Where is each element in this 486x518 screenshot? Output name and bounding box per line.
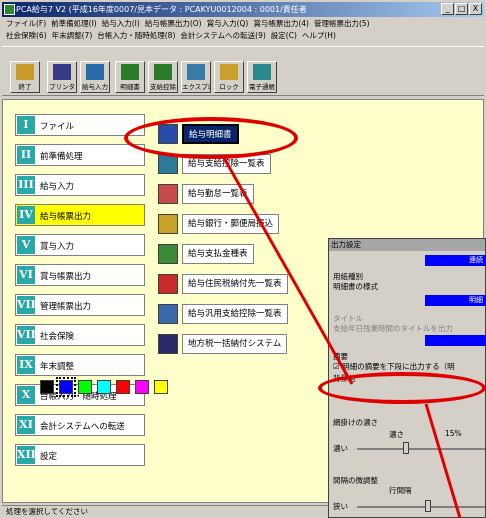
app-window: PCA給与7 V2 (平成16年度0007/見本データ : PCAKYU0012… xyxy=(0,0,486,518)
annotation-arrows xyxy=(222,157,462,518)
arrow-line-2 xyxy=(424,403,462,518)
arrow-line-1 xyxy=(222,157,354,385)
